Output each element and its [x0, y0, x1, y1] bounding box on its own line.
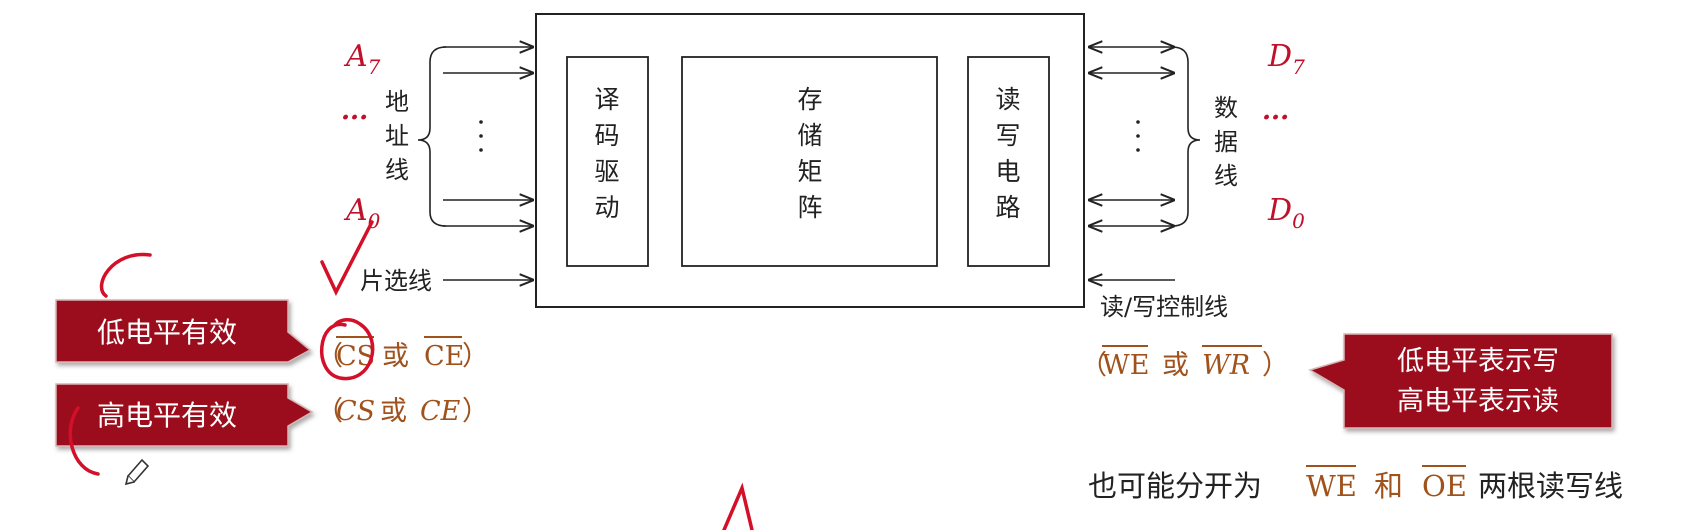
rw-char-4: 路 [995, 193, 1020, 222]
diagram-canvas: 译 码 驱 动 存 储 矩 阵 读 写 电 路 地 址 线 A7 ··· A0 [55, 13, 1623, 530]
address-bottom-label: A0 [343, 193, 381, 233]
data-label-char-3: 线 [1214, 162, 1238, 190]
cs-low-close: ） [462, 341, 489, 372]
cs-high-close: ） [462, 396, 489, 427]
bottom-note: 也可能分开为 WE 和 OE 两根读写线 [1088, 465, 1623, 503]
callout-rw-meaning: 低电平表示写 高电平表示读 [1308, 333, 1613, 429]
note-suffix: 两根读写线 [1478, 469, 1623, 503]
note-we: WE [1306, 469, 1357, 503]
address-top-label: A7 [343, 39, 381, 79]
data-vertical-dots [1136, 120, 1140, 152]
decoder-char-3: 驱 [594, 157, 619, 186]
address-label-char-1: 地 [385, 88, 409, 116]
address-brace [417, 46, 447, 227]
rw-char-2: 写 [995, 121, 1020, 150]
cs-low-cs: CS [336, 341, 375, 372]
svg-text:高电平表示读: 高电平表示读 [1397, 386, 1559, 417]
cs-low-or: 或 [382, 341, 409, 372]
rw-close: ） [1262, 350, 1289, 381]
storage-char-1: 存 [797, 85, 822, 114]
rw-control-label: 读/写控制线 [1100, 293, 1228, 321]
rw-we: WE [1102, 350, 1149, 381]
decoder-char-1: 译 [594, 85, 619, 114]
address-arrows [443, 47, 534, 226]
cs-high-ce: CE [420, 396, 461, 427]
scribble-bottom [722, 482, 754, 530]
address-label-char-2: 址 [385, 122, 409, 150]
note-oe: OE [1422, 469, 1467, 503]
cs-low-form: （ CS 或 CE ） [316, 336, 489, 372]
svg-text:低电平有效: 低电平有效 [97, 316, 237, 349]
cs-high-cs: CS [336, 396, 375, 427]
callout-high-active: 高电平有效 [55, 383, 314, 447]
address-ellipsis: ··· [341, 103, 368, 133]
scribble-low [99, 252, 152, 298]
svg-text:低电平表示写: 低电平表示写 [1397, 346, 1559, 377]
data-top-label: D7 [1267, 39, 1305, 79]
data-ellipsis: ··· [1262, 103, 1289, 133]
chip-select-label: 片选线 [360, 267, 432, 295]
data-bottom-label: D0 [1267, 193, 1305, 233]
rw-form: （ WE 或 WR ） [1080, 345, 1289, 381]
address-label-char-3: 线 [385, 156, 409, 184]
svg-text:高电平有效: 高电平有效 [97, 399, 237, 432]
cs-high-or: 或 [380, 396, 407, 427]
rw-or: 或 [1162, 350, 1189, 381]
rw-char-3: 电 [995, 157, 1020, 186]
rw-char-1: 读 [995, 85, 1020, 114]
callout-low-active: 低电平有效 [55, 299, 312, 363]
cs-low-ce: CE [424, 341, 464, 372]
pencil-icon [124, 458, 150, 486]
decoder-char-2: 码 [594, 121, 619, 150]
note-and: 和 [1374, 469, 1403, 503]
data-label-char-2: 据 [1214, 128, 1238, 156]
cs-high-form: （ CS 或 CE ） [316, 396, 489, 427]
storage-char-3: 矩 [797, 157, 822, 186]
data-arrows [1088, 47, 1175, 226]
address-vertical-dots [479, 120, 483, 152]
decoder-char-4: 动 [594, 193, 619, 222]
rw-wr: WR [1202, 350, 1250, 381]
data-brace [1171, 46, 1201, 227]
note-prefix: 也可能分开为 [1088, 469, 1262, 503]
data-label-char-1: 数 [1214, 94, 1238, 122]
storage-char-4: 阵 [797, 193, 822, 222]
storage-char-2: 储 [797, 121, 822, 150]
